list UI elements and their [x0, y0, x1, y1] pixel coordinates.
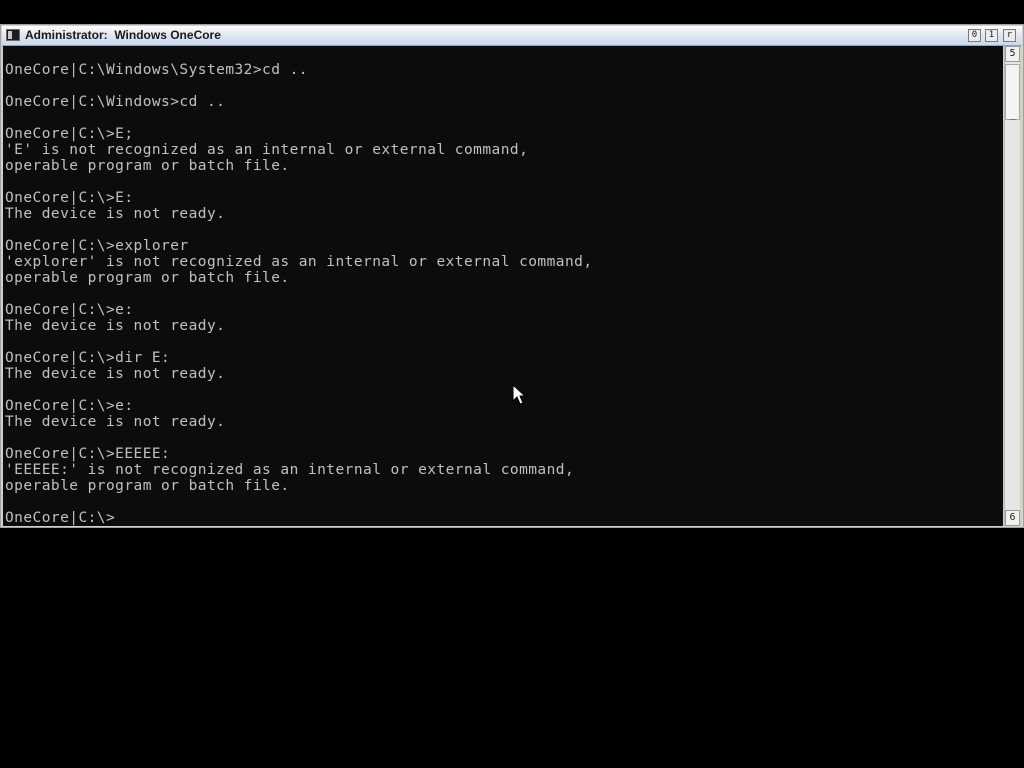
console-line: OneCore|C:\>E; [5, 126, 134, 142]
console-line: operable program or batch file. [5, 158, 290, 174]
console-line: 'EEEEE:' is not recognized as an interna… [5, 462, 575, 478]
desktop: Administrator: Windows OneCore 0 1 r One… [0, 0, 1024, 768]
close-button[interactable]: r [1003, 29, 1016, 42]
console-line: 'E' is not recognized as an internal or … [5, 142, 529, 158]
console-line: The device is not ready. [5, 414, 226, 430]
console-line: operable program or batch file. [5, 478, 290, 494]
window-title: Administrator: Windows OneCore [25, 28, 221, 42]
console-line: OneCore|C:\Windows>cd .. [5, 94, 226, 110]
console-line: The device is not ready. [5, 366, 226, 382]
scroll-thumb[interactable] [1005, 64, 1020, 120]
console-line: OneCore|C:\>e: [5, 398, 134, 414]
console-line: OneCore|C:\>e: [5, 302, 134, 318]
minimize-button[interactable]: 0 [968, 29, 981, 42]
console-line: OneCore|C:\Windows\System32>cd .. [5, 62, 308, 78]
scroll-down-button[interactable]: 6 [1005, 510, 1020, 526]
console-line: The device is not ready. [5, 318, 226, 334]
console-line: OneCore|C:\>E: [5, 190, 134, 206]
title-bar[interactable]: Administrator: Windows OneCore 0 1 r [2, 26, 1022, 46]
console-line: OneCore|C:\> [5, 510, 116, 526]
console-line: OneCore|C:\>explorer [5, 238, 189, 254]
console-line: OneCore|C:\>dir E: [5, 350, 171, 366]
console-window-icon[interactable] [6, 29, 20, 41]
console-line: OneCore|C:\>EEEEE: [5, 446, 171, 462]
vertical-scrollbar[interactable]: 5 6 [1004, 46, 1020, 526]
console-output[interactable]: OneCore|C:\Windows\System32>cd .. OneCore… [3, 46, 1003, 526]
console-line: 'explorer' is not recognized as an inter… [5, 254, 593, 270]
console-line: The device is not ready. [5, 206, 226, 222]
scroll-up-button[interactable]: 5 [1005, 46, 1020, 62]
arrow-pointer-icon [512, 384, 526, 405]
maximize-button[interactable]: 1 [985, 29, 998, 42]
console-window[interactable]: Administrator: Windows OneCore 0 1 r One… [0, 24, 1024, 528]
console-line: operable program or batch file. [5, 270, 290, 286]
